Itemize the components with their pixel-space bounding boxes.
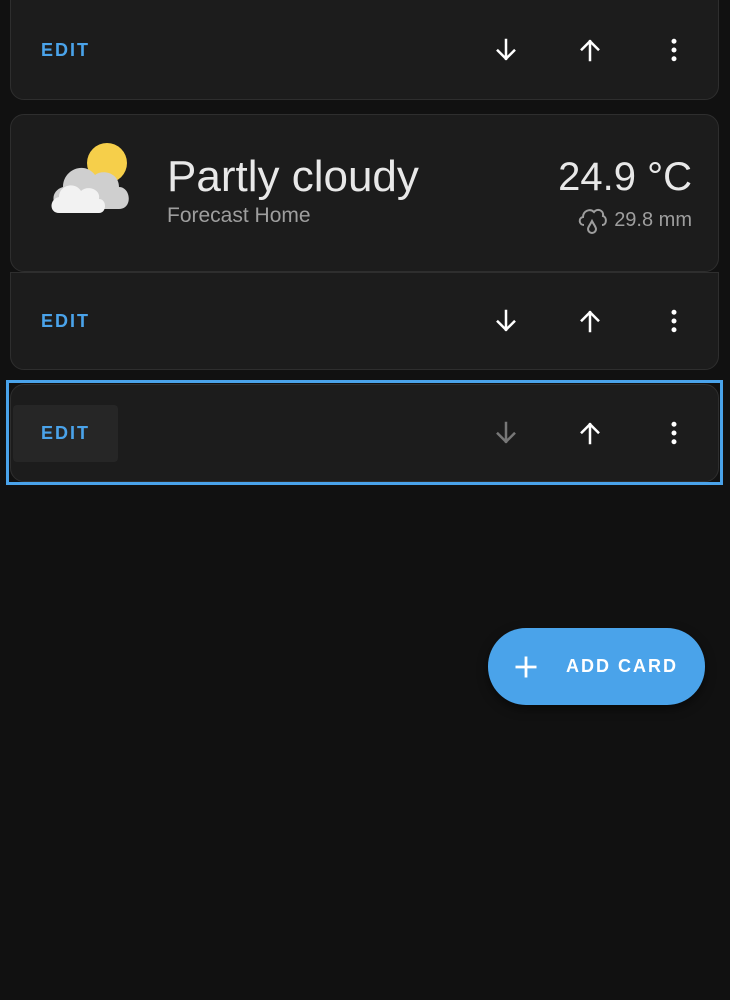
more-vertical-icon <box>671 309 677 333</box>
card-menu-button[interactable] <box>650 26 698 74</box>
move-up-button[interactable] <box>566 26 614 74</box>
more-vertical-icon <box>671 421 677 445</box>
edit-button[interactable]: EDIT <box>13 404 119 462</box>
add-card-button[interactable]: ADD CARD <box>488 628 705 705</box>
precipitation: 29.8 mm <box>576 205 692 235</box>
weather-state: Partly cloudy <box>167 152 419 201</box>
partly-cloudy-icon <box>51 143 129 213</box>
arrow-down-icon <box>496 421 516 444</box>
move-up-button[interactable] <box>566 409 614 457</box>
card-actions: EDIT <box>11 273 718 369</box>
card-menu-button[interactable] <box>650 297 698 345</box>
card-editor-bar-selected[interactable]: EDIT <box>10 384 719 482</box>
card-actions: EDIT <box>11 0 718 99</box>
dashboard-edit-view: EDIT Partly cloudy Forecast Home 24.9 °C <box>0 0 730 1000</box>
card-editor-bar: EDIT <box>10 272 719 370</box>
temperature-value: 24.9 °C <box>558 155 692 199</box>
arrow-up-icon <box>580 422 600 445</box>
card-editor-bar: EDIT <box>10 0 719 100</box>
weather-card[interactable]: Partly cloudy Forecast Home 24.9 °C 29.8… <box>10 114 719 272</box>
card-menu-button[interactable] <box>650 409 698 457</box>
edit-button[interactable]: EDIT <box>13 293 118 350</box>
move-down-button[interactable] <box>482 297 530 345</box>
move-down-button[interactable] <box>482 26 530 74</box>
precipitation-value: 29.8 mm <box>614 209 692 231</box>
move-down-button[interactable] <box>482 409 530 457</box>
more-vertical-icon <box>671 38 677 62</box>
card-actions: EDIT <box>11 385 718 481</box>
weather-entity-name: Forecast Home <box>167 204 311 227</box>
edit-button[interactable]: EDIT <box>13 22 118 79</box>
add-card-label: ADD CARD <box>566 656 678 676</box>
arrow-up-icon <box>580 39 600 62</box>
plus-icon <box>515 656 537 677</box>
arrow-down-icon <box>496 309 516 332</box>
arrow-up-icon <box>580 310 600 333</box>
arrow-down-icon <box>496 38 516 61</box>
rain-cloud-icon <box>578 208 608 234</box>
move-up-button[interactable] <box>566 297 614 345</box>
